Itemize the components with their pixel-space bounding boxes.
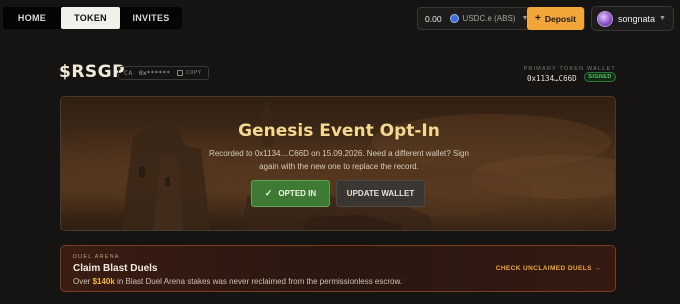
update-wallet-button[interactable]: UPDATE WALLET — [336, 180, 425, 207]
usdc-coin-icon — [449, 14, 459, 23]
deposit-button[interactable]: + Deposit — [527, 7, 584, 30]
contract-address-copy[interactable]: CA 0x****** COPY — [118, 66, 209, 80]
duel-description: Over $140k in Blast Duel Arena stakes wa… — [73, 277, 402, 286]
copy-label: COPY — [186, 70, 202, 76]
check-unclaimed-duels-link[interactable]: CHECK UNCLAIMED DUELS → — [496, 265, 601, 272]
ca-label: CA — [124, 69, 133, 77]
top-nav: HOME TOKEN INVITES 0.00 USDC.e (ABS) ▼ +… — [0, 0, 680, 36]
copy-icon — [177, 70, 184, 76]
tab-invites[interactable]: INVITES — [120, 7, 182, 29]
plus-icon: + — [534, 13, 541, 24]
ca-value: 0x****** — [138, 69, 171, 77]
nav-tabs: HOME TOKEN INVITES — [3, 7, 182, 29]
username: songnata — [618, 13, 656, 24]
token-name: USDC.e (ABS) — [462, 14, 516, 23]
duel-section-label: DUEL ARENA — [73, 254, 120, 260]
balance-value: 0.00 — [425, 13, 442, 24]
token-ticker: $RSGP — [59, 62, 126, 82]
genesis-optin-card: Genesis Event Opt-In Recorded to 0x1134…… — [60, 96, 616, 231]
opted-in-label: OPTED IN — [278, 189, 317, 198]
opted-in-button[interactable]: ✓ OPTED IN — [251, 180, 330, 207]
genesis-title: Genesis Event Opt-In — [238, 121, 440, 141]
duel-desc-prefix: Over — [73, 277, 93, 286]
duel-amount: $140k — [92, 277, 115, 286]
deposit-label: Deposit — [544, 13, 576, 24]
duel-arena-card: DUEL ARENA Claim Blast Duels Over $140k … — [60, 245, 616, 292]
signed-badge: SIGNED — [584, 72, 616, 82]
primary-wallet-address: 0x1134…C66D — [527, 74, 577, 83]
duel-link-label: CHECK UNCLAIMED DUELS — [495, 265, 592, 272]
tab-home[interactable]: HOME — [3, 7, 61, 29]
arrow-right-icon: → — [594, 265, 601, 272]
user-menu[interactable]: songnata ▼ — [591, 6, 674, 31]
avatar — [597, 10, 613, 27]
duel-title: Claim Blast Duels — [73, 263, 158, 274]
tab-token[interactable]: TOKEN — [61, 7, 120, 29]
chevron-down-icon: ▼ — [659, 15, 666, 22]
checkmark-icon: ✓ — [264, 188, 273, 198]
genesis-description: Recorded to 0x1134…C66D on 15.09.2026. N… — [209, 149, 469, 171]
duel-desc-suffix: in Blast Duel Arena stakes was never rec… — [114, 277, 403, 286]
wallet-balance-selector[interactable]: 0.00 USDC.e (ABS) ▼ + Deposit — [417, 7, 585, 30]
